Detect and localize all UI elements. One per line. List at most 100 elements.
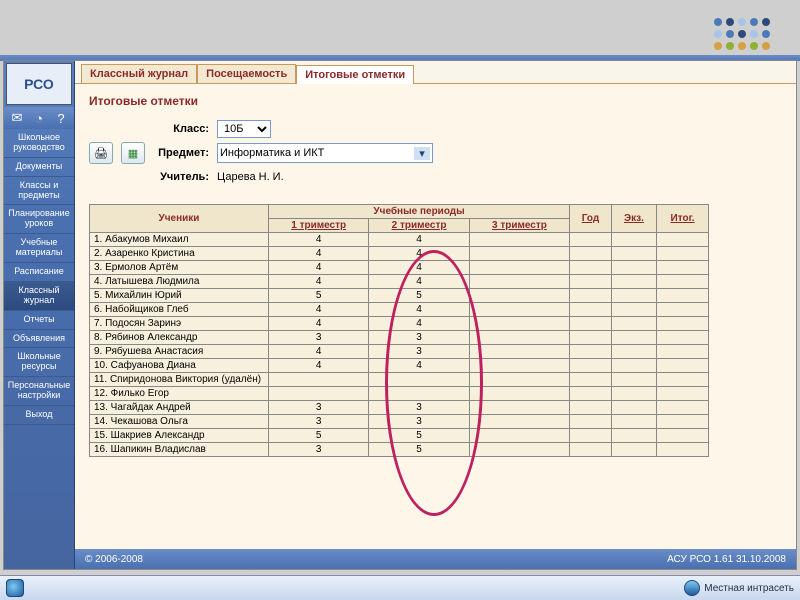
grade-cell[interactable] — [611, 415, 656, 429]
grade-cell[interactable]: 3 — [269, 401, 369, 415]
grade-cell[interactable]: 4 — [269, 247, 369, 261]
grade-cell[interactable] — [469, 261, 569, 275]
grade-cell[interactable] — [611, 443, 656, 457]
grade-cell[interactable] — [469, 275, 569, 289]
grade-cell[interactable]: 5 — [369, 289, 469, 303]
col-final-link[interactable]: Итог. — [671, 213, 695, 224]
grade-cell[interactable] — [369, 373, 469, 387]
sidebar-item-3[interactable]: Планирование уроков — [4, 205, 74, 234]
grade-cell[interactable] — [611, 233, 656, 247]
grade-cell[interactable]: 3 — [269, 443, 369, 457]
grade-cell[interactable] — [611, 275, 656, 289]
grade-cell[interactable]: 3 — [369, 345, 469, 359]
grade-cell[interactable] — [657, 359, 709, 373]
grade-cell[interactable] — [469, 359, 569, 373]
grade-cell[interactable] — [570, 317, 612, 331]
grade-cell[interactable] — [657, 317, 709, 331]
sidebar-item-2[interactable]: Классы и предметы — [4, 177, 74, 206]
grade-cell[interactable] — [570, 401, 612, 415]
mail-icon[interactable]: ✉ — [9, 110, 25, 126]
grade-cell[interactable] — [611, 261, 656, 275]
grade-cell[interactable]: 3 — [369, 415, 469, 429]
grade-cell[interactable]: 3 — [269, 415, 369, 429]
grade-cell[interactable] — [657, 275, 709, 289]
grade-cell[interactable] — [570, 275, 612, 289]
grade-cell[interactable] — [611, 387, 656, 401]
grade-cell[interactable] — [657, 373, 709, 387]
grade-cell[interactable] — [469, 247, 569, 261]
grade-cell[interactable]: 3 — [369, 331, 469, 345]
grade-cell[interactable] — [469, 345, 569, 359]
ie-icon[interactable] — [6, 579, 24, 597]
grade-cell[interactable] — [570, 359, 612, 373]
help-icon[interactable]: ? — [53, 110, 69, 126]
export-excel-button[interactable]: ▦ — [121, 142, 145, 164]
grade-cell[interactable]: 4 — [269, 359, 369, 373]
sidebar-item-10[interactable]: Персональные настройки — [4, 377, 74, 406]
grade-cell[interactable] — [611, 429, 656, 443]
grade-cell[interactable] — [611, 303, 656, 317]
grade-cell[interactable] — [657, 331, 709, 345]
print-button[interactable]: 🖨 — [89, 142, 113, 164]
grade-cell[interactable]: 4 — [369, 233, 469, 247]
grade-cell[interactable] — [469, 373, 569, 387]
sidebar-item-8[interactable]: Объявления — [4, 330, 74, 349]
grade-cell[interactable] — [369, 387, 469, 401]
grade-cell[interactable]: 4 — [369, 359, 469, 373]
grade-cell[interactable] — [657, 401, 709, 415]
grade-cell[interactable] — [469, 415, 569, 429]
col-trimester1-link[interactable]: 1 триместр — [291, 220, 346, 231]
col-year-link[interactable]: Год — [582, 213, 600, 224]
grade-cell[interactable] — [570, 289, 612, 303]
grade-cell[interactable] — [269, 387, 369, 401]
sidebar-item-1[interactable]: Документы — [4, 158, 74, 177]
grade-cell[interactable] — [570, 373, 612, 387]
user-icon[interactable]: ◔ — [31, 110, 47, 126]
grade-cell[interactable] — [570, 387, 612, 401]
grade-cell[interactable] — [570, 247, 612, 261]
sidebar-item-7[interactable]: Отчеты — [4, 311, 74, 330]
grade-cell[interactable] — [611, 289, 656, 303]
class-select[interactable]: 10Б — [217, 120, 271, 138]
grade-cell[interactable] — [570, 415, 612, 429]
grade-cell[interactable] — [469, 317, 569, 331]
grade-cell[interactable] — [469, 443, 569, 457]
sidebar-item-11[interactable]: Выход — [4, 406, 74, 425]
grade-cell[interactable]: 4 — [369, 303, 469, 317]
grade-cell[interactable]: 5 — [369, 443, 469, 457]
tab-journal[interactable]: Классный журнал — [81, 64, 197, 83]
grade-cell[interactable] — [469, 303, 569, 317]
grade-cell[interactable] — [657, 247, 709, 261]
grade-cell[interactable] — [469, 387, 569, 401]
sidebar-item-6[interactable]: Классный журнал — [4, 282, 74, 311]
grade-cell[interactable] — [269, 373, 369, 387]
grade-cell[interactable] — [570, 261, 612, 275]
grade-cell[interactable] — [469, 289, 569, 303]
grade-cell[interactable]: 3 — [269, 331, 369, 345]
subject-select[interactable]: Информатика и ИКТ▾ — [217, 143, 433, 163]
grade-cell[interactable] — [469, 429, 569, 443]
grade-cell[interactable] — [611, 331, 656, 345]
grade-cell[interactable] — [657, 429, 709, 443]
grade-cell[interactable] — [657, 345, 709, 359]
grade-cell[interactable]: 4 — [269, 275, 369, 289]
grade-cell[interactable] — [469, 401, 569, 415]
grade-cell[interactable] — [469, 233, 569, 247]
col-trimester3-link[interactable]: 3 триместр — [492, 220, 547, 231]
grade-cell[interactable]: 5 — [269, 429, 369, 443]
sidebar-item-0[interactable]: Школьное руководство — [4, 129, 74, 158]
grade-cell[interactable] — [611, 401, 656, 415]
grade-cell[interactable]: 5 — [269, 289, 369, 303]
grade-cell[interactable] — [657, 289, 709, 303]
grade-cell[interactable] — [657, 415, 709, 429]
grade-cell[interactable]: 5 — [369, 429, 469, 443]
grade-cell[interactable] — [611, 373, 656, 387]
grade-cell[interactable]: 4 — [269, 345, 369, 359]
grade-cell[interactable] — [657, 443, 709, 457]
grade-cell[interactable] — [570, 429, 612, 443]
grade-cell[interactable]: 4 — [269, 261, 369, 275]
grade-cell[interactable] — [611, 247, 656, 261]
col-exam-link[interactable]: Экз. — [624, 213, 644, 224]
grade-cell[interactable] — [570, 233, 612, 247]
grade-cell[interactable] — [657, 303, 709, 317]
